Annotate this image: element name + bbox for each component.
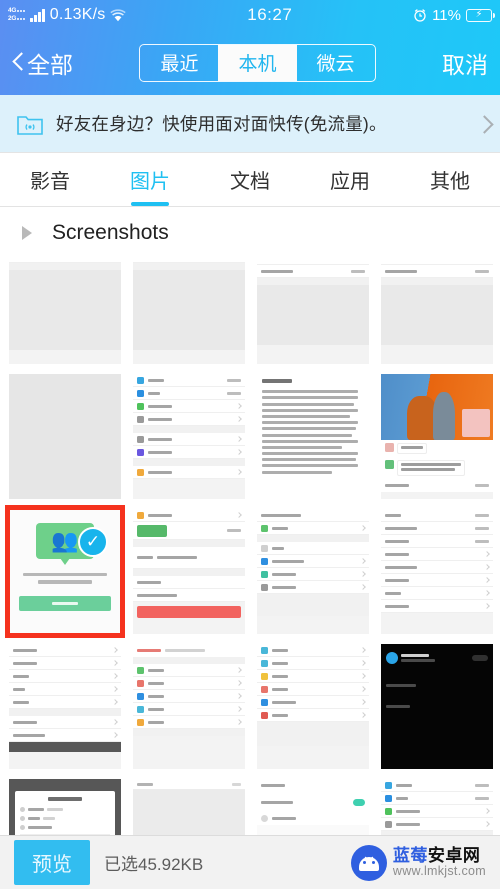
selected-check-icon: ✓ <box>78 527 108 557</box>
watermark-name-secondary: 安卓网 <box>427 846 481 866</box>
thumbnail-item[interactable] <box>257 644 369 769</box>
thumbnail-item-selected[interactable]: 👥 ✓ <box>5 505 125 638</box>
thumbnail-item[interactable] <box>257 509 369 634</box>
watermark-url: www.lmkjst.com <box>392 863 486 878</box>
thumbnail-item[interactable] <box>133 779 245 835</box>
network-speed-label: 0.13K/s <box>49 6 106 23</box>
status-bar-clock: 16:27 <box>247 5 293 24</box>
card-action-button <box>19 595 111 611</box>
chevron-right-icon <box>477 114 488 134</box>
thumbnail-item[interactable] <box>257 779 369 835</box>
thumbnail-item[interactable] <box>381 779 493 835</box>
thumbnail-item[interactable] <box>381 374 493 499</box>
wifi-icon <box>110 8 127 22</box>
segment-weiyun[interactable]: 微云 <box>297 45 375 81</box>
thumbnail-item[interactable] <box>133 509 245 634</box>
banner-text: 好友在身边？快使用面对面快传(免流量)。 <box>56 114 387 134</box>
status-bar-left: 4G 2G 0.13K/s <box>8 6 127 24</box>
folder-name-label: Screenshots <box>52 221 169 244</box>
bottom-action-bar: 预览 已选45.92KB 蓝莓安卓网 www.lmkjst.com <box>0 835 500 889</box>
photo-preview <box>381 374 493 440</box>
app-header: 4G 2G 0.13K/s 16:27 11% ⚡ 全部 最近 本机 微云 取消 <box>0 0 500 95</box>
cancel-button[interactable]: 取消 <box>442 46 488 80</box>
preview-button[interactable]: 预览 <box>14 840 90 885</box>
triangle-right-icon <box>22 226 32 240</box>
thumbnail-item[interactable] <box>9 261 121 364</box>
file-picker-screen: 4G 2G 0.13K/s 16:27 11% ⚡ 全部 最近 本机 微云 取消… <box>0 0 500 889</box>
status-bar: 4G 2G 0.13K/s 16:27 11% ⚡ <box>0 0 500 30</box>
thumbnail-item[interactable] <box>9 374 121 499</box>
thumbnail-item[interactable] <box>257 374 369 499</box>
thumbnail-item[interactable] <box>9 644 121 769</box>
thumbnail-item[interactable] <box>257 261 369 364</box>
battery-percent-label: 11% <box>432 6 461 24</box>
thumbnail-item[interactable] <box>133 644 245 769</box>
segment-this-device[interactable]: 本机 <box>218 44 297 81</box>
tab-apps[interactable]: 应用 <box>300 153 400 206</box>
tab-other[interactable]: 其他 <box>400 153 500 206</box>
thumbnail-item[interactable] <box>381 644 493 769</box>
dark-chat-preview <box>381 644 493 769</box>
battery-charging-icon: ⚡ <box>466 8 495 22</box>
alarm-clock-icon <box>413 8 427 22</box>
watermark-name-primary: 蓝莓 <box>392 846 428 866</box>
face-to-face-transfer-icon <box>16 111 44 137</box>
chevron-left-icon <box>12 52 25 74</box>
thumbnail-item[interactable] <box>381 261 493 364</box>
site-watermark: 蓝莓安卓网 www.lmkjst.com <box>350 844 486 881</box>
tab-documents[interactable]: 文档 <box>200 153 300 206</box>
dual-sim-signal-icon: 4G 2G <box>8 7 26 23</box>
back-button[interactable]: 全部 <box>12 46 73 80</box>
thumbnail-item[interactable] <box>133 261 245 364</box>
dialog-overlay-preview <box>9 779 121 835</box>
selected-size-label: 已选45.92KB <box>104 855 204 874</box>
share-success-card: 👥 ✓ <box>9 509 121 634</box>
signal-bars-icon <box>30 8 45 22</box>
sim-primary-label: 4G <box>8 7 17 14</box>
thumbnail-item[interactable] <box>133 374 245 499</box>
tab-media[interactable]: 影音 <box>0 153 100 206</box>
android-robot-logo <box>350 844 387 881</box>
folder-header-screenshots[interactable]: Screenshots <box>0 207 500 259</box>
status-bar-right: 11% ⚡ <box>413 6 495 24</box>
segment-recent[interactable]: 最近 <box>140 45 218 81</box>
thumbnail-item[interactable] <box>381 509 493 634</box>
tab-pictures[interactable]: 图片 <box>100 153 200 206</box>
face-to-face-transfer-banner[interactable]: 好友在身边？快使用面对面快传(免流量)。 <box>0 95 500 153</box>
sim-secondary-label: 2G <box>8 15 17 22</box>
source-segmented-control: 最近 本机 微云 <box>139 43 376 82</box>
category-tabs: 影音 图片 文档 应用 其他 <box>0 153 500 207</box>
back-button-label: 全部 <box>27 51 73 78</box>
navigation-bar: 全部 最近 本机 微云 取消 <box>0 30 500 95</box>
thumbnail-grid-scroll-area[interactable]: 👥 ✓ <box>0 261 500 835</box>
thumbnail-grid: 👥 ✓ <box>5 261 493 835</box>
thumbnail-item[interactable] <box>9 779 121 835</box>
